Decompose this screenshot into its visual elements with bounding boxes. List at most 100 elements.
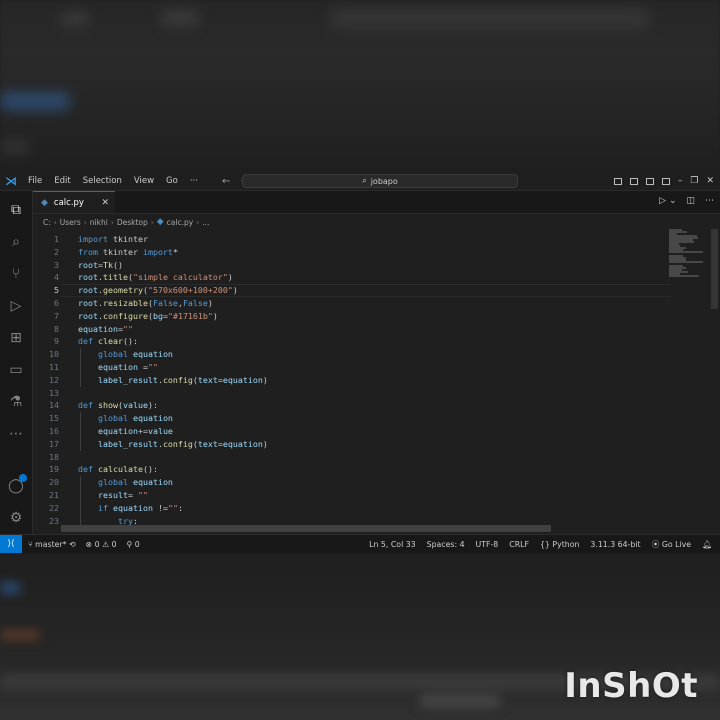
blurred-shape xyxy=(60,12,90,26)
line-number: 12 xyxy=(49,374,59,385)
code-line[interactable]: 19 def calculate(): xyxy=(33,463,673,476)
menu-view[interactable]: View xyxy=(128,176,160,186)
close-window-icon[interactable]: ✕ xyxy=(706,176,714,186)
breadcrumb-desktop[interactable]: Desktop xyxy=(117,218,148,227)
search-icon: ⌕ xyxy=(362,176,367,185)
code-line[interactable]: 10 global equation xyxy=(33,348,673,361)
code-line[interactable]: 15 global equation xyxy=(33,412,673,425)
branch-status[interactable]: ⑂ master* ⟲ xyxy=(28,540,76,549)
menu-edit[interactable]: Edit xyxy=(48,176,76,186)
encoding[interactable]: UTF-8 xyxy=(476,540,499,549)
line-number: 22 xyxy=(49,502,59,513)
toggle-panel-icon[interactable] xyxy=(629,177,638,185)
tab-calc-py[interactable]: ◆ calc.py ✕ xyxy=(33,191,115,213)
settings-gear-icon[interactable]: ⚙ xyxy=(7,509,25,527)
line-source: result= "" xyxy=(97,490,148,500)
code-line[interactable]: 7 root.configure(bg="#17161b") xyxy=(33,310,673,323)
run-python-file-icon[interactable]: ▷ ⌄ xyxy=(659,196,676,206)
line-number: 19 xyxy=(49,464,59,475)
line-number: 3 xyxy=(54,259,59,270)
error-count: 0 xyxy=(94,539,100,549)
minimap[interactable] xyxy=(669,229,713,279)
warning-count: 0 xyxy=(111,539,117,549)
end-of-line[interactable]: CRLF xyxy=(509,540,529,549)
line-number: 17 xyxy=(49,438,59,449)
command-center-search[interactable]: ⌕ jobapo xyxy=(242,174,518,188)
activity-bar: ⧉ ⌕ ⑂ ▷ ⊞ ▭ ⚗ ⋯ ◯ ⚙ xyxy=(0,191,33,534)
problems-status[interactable]: ⊗ 0 ⚠ 0 xyxy=(86,540,117,549)
code-line[interactable]: 13 xyxy=(33,387,673,400)
menu-go[interactable]: Go xyxy=(160,176,184,186)
search-view-icon[interactable]: ⌕ xyxy=(7,233,25,251)
line-number: 15 xyxy=(49,413,59,424)
code-line[interactable]: 1 import tkinter xyxy=(33,233,673,246)
remote-indicator-icon[interactable]: ⟩⟨ xyxy=(0,535,22,553)
toggle-sidebar-icon[interactable] xyxy=(613,177,622,185)
remote-explorer-icon[interactable]: ▭ xyxy=(7,361,25,379)
vertical-scrollbar[interactable] xyxy=(711,229,718,309)
breadcrumb-file[interactable]: calc.py xyxy=(167,218,194,227)
line-number: 20 xyxy=(49,477,59,488)
indentation[interactable]: Spaces: 4 xyxy=(427,540,465,549)
explorer-icon[interactable]: ⧉ xyxy=(7,201,25,219)
sync-icon: ⟲ xyxy=(69,539,76,549)
python-interpreter[interactable]: 3.11.3 64-bit xyxy=(590,540,640,549)
back-arrow-icon[interactable]: ← xyxy=(222,176,230,187)
search-label: jobapo xyxy=(370,176,398,186)
testing-icon[interactable]: ⚗ xyxy=(7,393,25,411)
editor-more-icon[interactable]: ⋯ xyxy=(705,196,714,206)
code-line[interactable]: 21 result= "" xyxy=(33,489,673,502)
minimize-icon[interactable]: – xyxy=(678,176,683,186)
customize-layout-icon[interactable] xyxy=(661,177,670,185)
status-right: Ln 5, Col 33 Spaces: 4 UTF-8 CRLF {} Pyt… xyxy=(369,539,712,550)
tab-close-icon[interactable]: ✕ xyxy=(101,198,109,208)
code-editor[interactable]: 1 import tkinter 2 from tkinter import* 3 roo… xyxy=(33,233,673,526)
code-line[interactable]: 2 from tkinter import* xyxy=(33,246,673,259)
code-line[interactable]: 18 xyxy=(33,451,673,464)
braces-icon: {} xyxy=(539,539,550,549)
code-line[interactable]: 9 def clear(): xyxy=(33,335,673,348)
blurred-shape xyxy=(0,582,20,594)
ports-status[interactable]: ⚲ 0 xyxy=(127,540,140,549)
breadcrumb-separator-icon: › xyxy=(110,217,114,227)
split-editor-icon[interactable]: ◫ xyxy=(686,196,695,206)
code-line[interactable]: 11 equation ="" xyxy=(33,361,673,374)
menu-selection[interactable]: Selection xyxy=(77,176,128,186)
line-source: root.resizable(False,False) xyxy=(78,298,213,308)
line-number: 23 xyxy=(49,515,59,526)
restore-icon[interactable]: ❐ xyxy=(690,176,698,186)
breadcrumb-symbols[interactable]: ... xyxy=(202,218,209,227)
toggle-secondary-sidebar-icon[interactable] xyxy=(645,177,654,185)
code-line[interactable]: 8 equation="" xyxy=(33,323,673,336)
code-line[interactable]: 5 root.geometry("570x600+100+200") xyxy=(33,284,673,297)
blurred-shape xyxy=(0,140,30,154)
line-source: global equation xyxy=(97,349,173,360)
cursor-position[interactable]: Ln 5, Col 33 xyxy=(369,540,415,549)
code-line[interactable]: 6 root.resizable(False,False) xyxy=(33,297,673,310)
breadcrumb-users[interactable]: Users xyxy=(60,218,81,227)
code-line[interactable]: 4 root.title("simple calculator") xyxy=(33,271,673,284)
code-line[interactable]: 14 def show(value): xyxy=(33,399,673,412)
go-live-button[interactable]: ⦿ Go Live xyxy=(652,539,692,550)
notifications-bell-icon[interactable]: 🔔︎ xyxy=(702,540,712,549)
menu-more[interactable]: ··· xyxy=(184,176,204,186)
extensions-icon[interactable]: ⊞ xyxy=(7,329,25,347)
vscode-logo-icon: ⋊ xyxy=(5,174,17,188)
code-line[interactable]: 3 root=Tk() xyxy=(33,259,673,272)
code-line[interactable]: 20 global equation xyxy=(33,476,673,489)
breadcrumb-drive[interactable]: C: xyxy=(43,218,51,227)
code-line[interactable]: 17 label_result.config(text=equation) xyxy=(33,438,673,451)
breadcrumb-user[interactable]: nikhi xyxy=(90,218,108,227)
more-views-icon[interactable]: ⋯ xyxy=(7,425,25,443)
language-mode[interactable]: {} Python xyxy=(540,540,579,549)
line-number: 18 xyxy=(49,451,59,462)
code-line[interactable]: 16 equation+=value xyxy=(33,425,673,438)
line-number: 6 xyxy=(54,298,59,308)
source-control-icon[interactable]: ⑂ xyxy=(7,265,25,283)
code-line[interactable]: 12 label_result.config(text=equation) xyxy=(33,374,673,387)
line-number: 10 xyxy=(49,349,59,360)
menu-file[interactable]: File xyxy=(22,176,48,186)
run-debug-icon[interactable]: ▷ xyxy=(7,297,25,315)
code-line[interactable]: 22 if equation !="": xyxy=(33,502,673,515)
horizontal-scrollbar[interactable] xyxy=(61,525,551,532)
